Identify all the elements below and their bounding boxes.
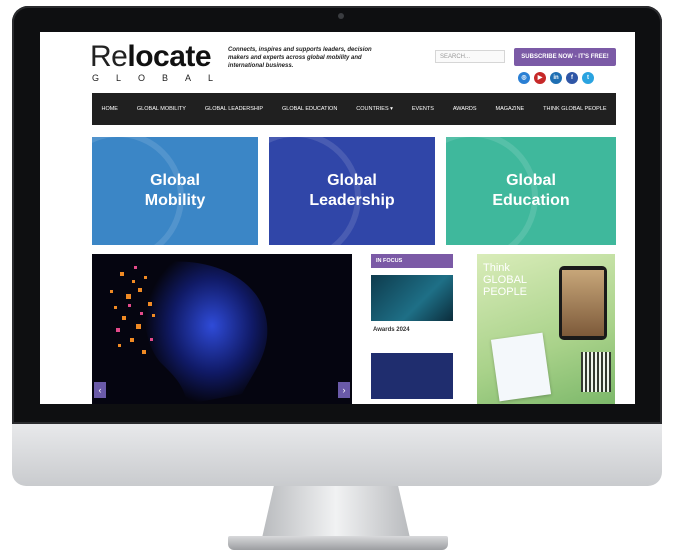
nav-think-global-people[interactable]: THINK GLOBAL PEOPLE — [534, 106, 616, 113]
awards-2024-caption[interactable]: Awards 2024 — [373, 327, 410, 333]
facebook-icon[interactable]: f — [566, 72, 578, 84]
logo-subtitle: GLOBAL — [92, 73, 231, 83]
nav-global-leadership[interactable]: GLOBAL LEADERSHIP — [195, 106, 272, 113]
website-screen: Relocate GLOBAL Connects, inspires and s… — [40, 32, 635, 404]
tile-global-education[interactable]: Global Education — [446, 137, 616, 245]
digital-face-image — [110, 261, 268, 404]
youtube-icon[interactable]: ▶ — [534, 72, 546, 84]
slider-next-button[interactable]: › — [338, 382, 350, 398]
nav-countries[interactable]: COUNTRIES ▾ — [347, 106, 403, 113]
subscribe-button[interactable]: SUBSCRIBE NOW - IT'S FREE! — [514, 48, 616, 66]
awards-2024-image[interactable] — [371, 275, 453, 321]
focus-promo-image[interactable] — [371, 353, 453, 399]
tile-label: Global Mobility — [144, 172, 206, 209]
tablet-image — [559, 266, 607, 340]
magazine-cover-image — [490, 332, 552, 402]
nav-global-mobility[interactable]: GLOBAL MOBILITY — [127, 106, 195, 113]
magazine-promo[interactable]: Think GLOBAL PEOPLE — [477, 254, 615, 404]
hero-slider[interactable]: ‹ › — [92, 254, 352, 404]
main-nav: HOME GLOBAL MOBILITY GLOBAL LEADERSHIP G… — [92, 93, 616, 125]
tile-label: Global Leadership — [309, 172, 395, 209]
twitter-icon[interactable]: t — [582, 72, 594, 84]
nav-awards[interactable]: AWARDS — [443, 106, 486, 113]
social-links: ◎ ▶ in f t — [518, 72, 594, 84]
monitor-stand — [262, 486, 410, 538]
monitor-chin — [12, 424, 662, 486]
magazine-title: Think GLOBAL PEOPLE — [483, 262, 528, 298]
nav-events[interactable]: EVENTS — [402, 106, 443, 113]
site-logo[interactable]: Relocate GLOBAL — [90, 40, 231, 84]
qr-code-image — [581, 352, 611, 392]
nav-magazine[interactable]: MAGAZINE — [486, 106, 534, 113]
site-tagline: Connects, inspires and supports leaders,… — [228, 47, 372, 69]
linkedin-icon[interactable]: in — [550, 72, 562, 84]
tile-label: Global Education — [492, 172, 570, 209]
camera-icon — [338, 13, 344, 19]
in-focus-heading: IN FOCUS — [371, 254, 453, 268]
nav-home[interactable]: HOME — [92, 106, 127, 113]
monitor-foot — [228, 536, 448, 550]
logo-wordmark: Relocate — [90, 40, 212, 73]
search-input[interactable]: SEARCH... — [435, 50, 505, 63]
slider-prev-button[interactable]: ‹ — [94, 382, 106, 398]
tile-global-mobility[interactable]: Global Mobility — [92, 137, 258, 245]
tile-global-leadership[interactable]: Global Leadership — [269, 137, 435, 245]
nav-global-education[interactable]: GLOBAL EDUCATION — [273, 106, 347, 113]
instagram-icon[interactable]: ◎ — [518, 72, 530, 84]
